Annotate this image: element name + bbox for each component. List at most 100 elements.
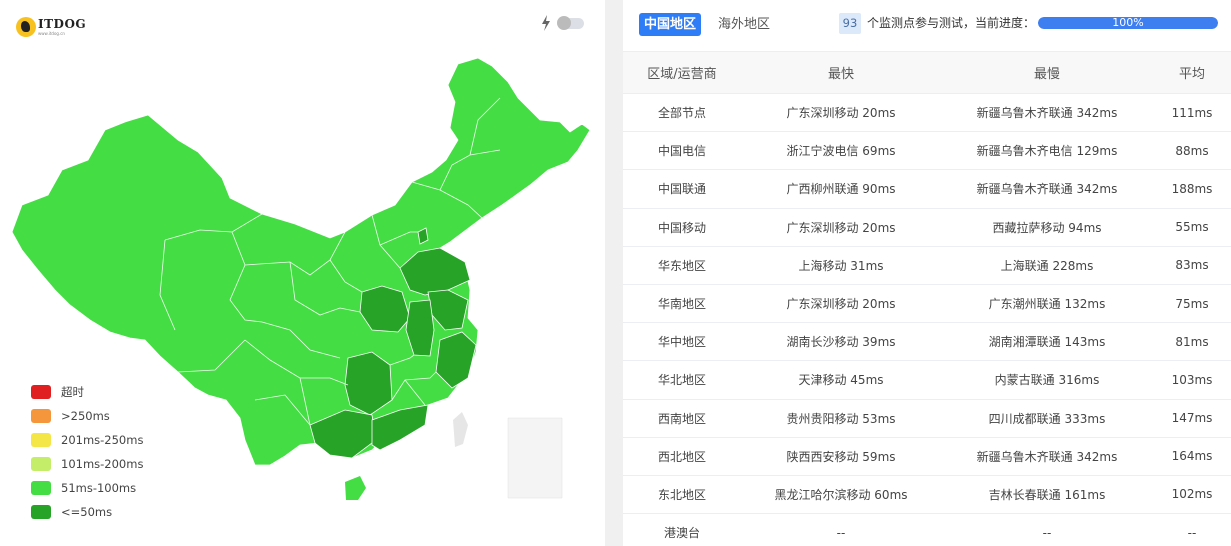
cell-region: 西北地区 (657, 449, 706, 464)
table-row[interactable]: 华南地区 广东深圳移动 20ms 广东潮州联通 132ms 75ms (623, 285, 1231, 324)
progress-fill: 100% (1038, 17, 1218, 29)
table-row[interactable]: 港澳台 -- -- -- (623, 514, 1231, 546)
table-body: 全部节点 广东深圳移动 20ms 新疆乌鲁木齐联通 342ms 111ms 中国电信 浙江… (623, 94, 1231, 546)
cell-slowest: 西藏拉萨移动 94ms (992, 220, 1102, 235)
cell-fastest: 陕西西安移动 59ms (786, 449, 896, 464)
results-header: 中国地区 海外地区 93 个监测点参与测试，当前进度： 100% (623, 0, 1231, 52)
theme-toggle[interactable] (557, 16, 584, 30)
node-count-badge: 93 (839, 13, 861, 34)
cell-fastest: 浙江宁波电信 69ms (786, 144, 896, 159)
map-legend: 超时 >250ms 201ms-250ms 101ms-200ms 51ms-100ms… (31, 380, 143, 524)
table-row[interactable]: 华东地区 上海移动 31ms 上海联通 228ms 83ms (623, 247, 1231, 285)
cell-average: 88ms (1175, 143, 1209, 158)
cell-slowest: 新疆乌鲁木齐联通 342ms (976, 182, 1118, 197)
logo: ITDOG www.itdog.cn (16, 17, 86, 37)
cell-average: 55ms (1175, 220, 1209, 235)
cell-slowest: 内蒙古联通 316ms (994, 373, 1100, 388)
cell-slowest: 湖南湘潭联通 143ms (988, 335, 1106, 350)
progress-bar: 100% (1038, 17, 1218, 29)
legend-swatch (31, 457, 51, 471)
legend-swatch (31, 505, 51, 519)
table-row[interactable]: 全部节点 广东深圳移动 20ms 新疆乌鲁木齐联通 342ms 111ms (623, 94, 1231, 133)
map-panel: ITDOG www.itdog.cn 超时 >250ms 201ms-250ms 10… (0, 0, 605, 546)
table-row[interactable]: 西南地区 贵州贵阳移动 53ms 四川成都联通 333ms 147ms (623, 400, 1231, 438)
logo-url: www.itdog.cn (38, 31, 65, 36)
cell-average: 83ms (1175, 258, 1209, 273)
cell-average: 111ms (1171, 105, 1213, 120)
cell-slowest: 新疆乌鲁木齐电信 129ms (976, 144, 1118, 159)
legend-item[interactable]: 51ms-100ms (31, 476, 143, 500)
toggle-knob (557, 16, 571, 30)
cell-region: 中国联通 (657, 182, 706, 197)
cell-average: 102ms (1171, 487, 1213, 502)
results-panel: 中国地区 海外地区 93 个监测点参与测试，当前进度： 100% 区域/运营商 … (623, 0, 1231, 546)
cell-slowest: 广东潮州联通 132ms (988, 297, 1106, 312)
table-row[interactable]: 中国联通 广西柳州联通 90ms 新疆乌鲁木齐联通 342ms 188ms (623, 170, 1231, 209)
table-row[interactable]: 华中地区 湖南长沙移动 39ms 湖南湘潭联通 143ms 81ms (623, 323, 1231, 362)
legend-item[interactable]: >250ms (31, 404, 143, 428)
legend-label: >250ms (61, 409, 110, 423)
tab-china[interactable]: 中国地区 (639, 13, 702, 36)
tab-overseas[interactable]: 海外地区 (713, 13, 775, 36)
cell-fastest: 广东深圳移动 20ms (786, 297, 896, 312)
legend-label: 51ms-100ms (61, 481, 137, 495)
cell-fastest: 湖南长沙移动 39ms (786, 335, 896, 350)
legend-item[interactable]: 101ms-200ms (31, 452, 143, 476)
legend-item[interactable]: 超时 (31, 380, 143, 404)
legend-item[interactable]: 201ms-250ms (31, 428, 143, 452)
cell-average: 81ms (1175, 334, 1209, 349)
cell-region: 华南地区 (657, 297, 706, 312)
header-slowest[interactable]: 最慢 (941, 63, 1153, 82)
cell-region: 港澳台 (663, 526, 700, 541)
logo-name: ITDOG (38, 17, 87, 31)
table-row[interactable]: 西北地区 陕西西安移动 59ms 新疆乌鲁木齐联通 342ms 164ms (623, 438, 1231, 476)
cell-average: 103ms (1171, 372, 1213, 387)
legend-item[interactable]: <=50ms (31, 500, 143, 524)
table-row[interactable]: 中国移动 广东深圳移动 20ms 西藏拉萨移动 94ms 55ms (623, 209, 1231, 247)
cell-slowest: 四川成都联通 333ms (988, 411, 1106, 426)
cell-region: 西南地区 (657, 411, 706, 426)
header-average[interactable]: 平均 (1153, 63, 1231, 82)
cell-region: 中国移动 (657, 220, 706, 235)
table-row[interactable]: 华北地区 天津移动 45ms 内蒙古联通 316ms 103ms (623, 361, 1231, 400)
south-sea-inset (507, 417, 563, 499)
legend-label: 201ms-250ms (61, 433, 144, 447)
cell-average: 75ms (1175, 296, 1209, 311)
cell-fastest: 天津移动 45ms (798, 373, 884, 388)
cell-slowest: 上海联通 228ms (1000, 258, 1094, 273)
header-region[interactable]: 区域/运营商 (623, 63, 741, 82)
cell-slowest: -- (1042, 525, 1052, 540)
cell-region: 中国电信 (657, 144, 706, 159)
cell-fastest: 广西柳州联通 90ms (786, 182, 896, 197)
cell-average: 188ms (1171, 181, 1213, 196)
cell-slowest: 新疆乌鲁木齐联通 342ms (976, 106, 1118, 121)
dog-logo-icon (16, 17, 36, 37)
cell-fastest: 广东深圳移动 20ms (786, 106, 896, 121)
legend-swatch (31, 409, 51, 423)
cell-fastest: 贵州贵阳移动 53ms (786, 411, 896, 426)
cell-region: 华北地区 (657, 373, 706, 388)
table-row[interactable]: 东北地区 黑龙江哈尔滨移动 60ms 吉林长春联通 161ms 102ms (623, 476, 1231, 515)
cell-region: 华东地区 (657, 258, 706, 273)
cell-fastest: 广东深圳移动 20ms (786, 220, 896, 235)
cell-fastest: -- (836, 525, 846, 540)
lightning-icon[interactable] (541, 15, 551, 31)
legend-label: <=50ms (61, 505, 113, 519)
legend-swatch (31, 433, 51, 447)
legend-swatch (31, 385, 51, 399)
cell-average: 164ms (1171, 449, 1213, 464)
map-region-taiwan[interactable] (453, 412, 468, 447)
cell-region: 东北地区 (657, 487, 706, 502)
legend-swatch (31, 481, 51, 495)
results-table: 区域/运营商 最快 最慢 平均 全部节点 广东深圳移动 20ms 新疆乌鲁木齐联通 … (623, 52, 1231, 546)
cell-fastest: 上海移动 31ms (798, 258, 884, 273)
legend-label: 超时 (61, 385, 84, 399)
cell-average: -- (1187, 525, 1197, 540)
table-header: 区域/运营商 最快 最慢 平均 (623, 52, 1231, 94)
table-row[interactable]: 中国电信 浙江宁波电信 69ms 新疆乌鲁木齐电信 129ms 88ms (623, 132, 1231, 171)
cell-slowest: 吉林长春联通 161ms (988, 487, 1106, 502)
cell-average: 147ms (1171, 411, 1213, 426)
header-fastest[interactable]: 最快 (741, 63, 941, 82)
legend-label: 101ms-200ms (61, 457, 144, 471)
map-region-hainan[interactable] (345, 476, 366, 500)
